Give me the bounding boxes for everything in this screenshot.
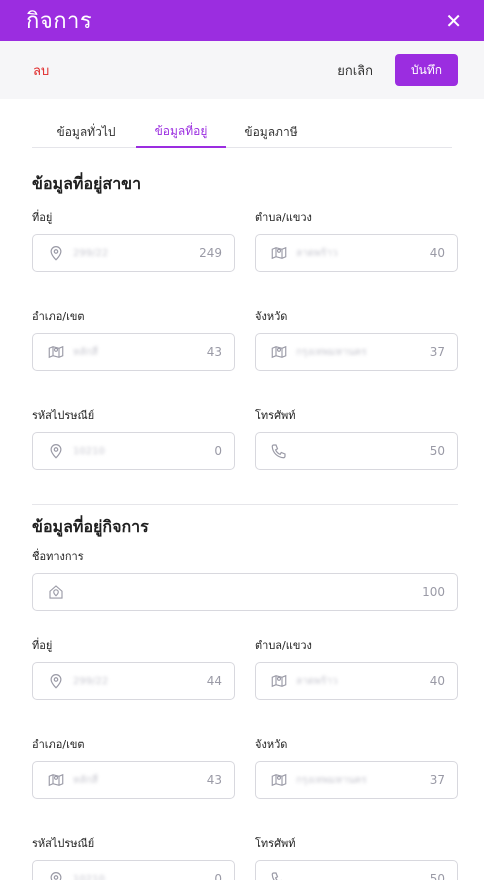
field-label: โทรศัพท์ xyxy=(255,409,296,422)
field-branch-postcode: รหัสไปรษณีย์ 10210 0 xyxy=(32,409,235,470)
section-title-business: ข้อมูลที่อยู่กิจการ xyxy=(32,517,149,536)
tab-bar: ข้อมูลทั่วไป ข้อมูลที่อยู่ ข้อมูลภาษี xyxy=(32,117,452,148)
cancel-button[interactable]: ยกเลิก xyxy=(337,60,373,81)
field-business-phone: โทรศัพท์ 50 xyxy=(255,837,458,880)
field-branch-district: อำเภอ/เขต หลักสี่ 43 xyxy=(32,310,235,371)
field-value: หลักสี่ xyxy=(73,346,98,358)
field-branch-address: ที่อยู่ 299/22 249 xyxy=(32,211,235,272)
panel-title: กิจการ xyxy=(26,9,93,34)
char-count: 43 xyxy=(206,773,222,787)
map-icon xyxy=(270,771,288,789)
field-business-subdistrict: ตำบล/แขวง ลาดพร้าว 40 xyxy=(255,639,458,700)
field-value: หลักสี่ xyxy=(73,774,98,786)
char-count: 50 xyxy=(429,872,445,880)
branch-subdistrict-input[interactable]: ลาดพร้าว 40 xyxy=(255,234,458,272)
branch-province-input[interactable]: กรุงเทพมหานคร 37 xyxy=(255,333,458,371)
map-icon xyxy=(270,343,288,361)
branch-address-input[interactable]: 299/22 249 xyxy=(32,234,235,272)
branch-district-input[interactable]: หลักสี่ 43 xyxy=(32,333,235,371)
action-bar-right: ยกเลิก บันทึก xyxy=(337,54,458,86)
field-label: ตำบล/แขวง xyxy=(255,639,312,652)
business-address-input[interactable]: 299/22 44 xyxy=(32,662,235,700)
field-value: กรุงเทพมหานคร xyxy=(296,774,367,786)
field-business-district: อำเภอ/เขต หลักสี่ 43 xyxy=(32,738,235,799)
business-phone-input[interactable]: 50 xyxy=(255,860,458,880)
phone-icon xyxy=(270,870,288,880)
field-value: 10210 xyxy=(73,445,105,457)
field-label: จังหวัด xyxy=(255,310,288,323)
field-label: อำเภอ/เขต xyxy=(32,310,85,323)
char-count: 249 xyxy=(199,246,222,260)
business-postcode-input[interactable]: 10210 0 xyxy=(32,860,235,880)
business-edit-panel: กิจการ ✕ ลบ ยกเลิก บันทึก ข้อมูลทั่วไป ข… xyxy=(0,0,484,880)
char-count: 44 xyxy=(206,674,222,688)
field-label: ตำบล/แขวง xyxy=(255,211,312,224)
official-name-input[interactable]: 100 xyxy=(32,573,458,611)
field-value: 299/22 xyxy=(73,247,109,259)
business-province-input[interactable]: กรุงเทพมหานคร 37 xyxy=(255,761,458,799)
close-icon[interactable]: ✕ xyxy=(445,11,462,31)
panel-header: กิจการ ✕ xyxy=(0,0,484,41)
field-branch-phone: โทรศัพท์ 50 xyxy=(255,409,458,470)
char-count: 37 xyxy=(429,773,445,787)
map-icon xyxy=(47,771,65,789)
phone-icon xyxy=(270,442,288,460)
save-button[interactable]: บันทึก xyxy=(395,54,458,86)
field-label: โทรศัพท์ xyxy=(255,837,296,850)
field-business-province: จังหวัด กรุงเทพมหานคร 37 xyxy=(255,738,458,799)
business-subdistrict-input[interactable]: ลาดพร้าว 40 xyxy=(255,662,458,700)
char-count: 50 xyxy=(429,444,445,458)
map-icon xyxy=(270,244,288,262)
field-label: รหัสไปรษณีย์ xyxy=(32,837,95,850)
location-pin-icon xyxy=(47,442,65,460)
tab-tax[interactable]: ข้อมูลภาษี xyxy=(226,117,316,147)
field-value: กรุงเทพมหานคร xyxy=(296,346,367,358)
field-label: ที่อยู่ xyxy=(32,211,53,224)
field-branch-province: จังหวัด กรุงเทพมหานคร 37 xyxy=(255,310,458,371)
field-value: ลาดพร้าว xyxy=(296,247,338,259)
form-content: ข้อมูลที่อยู่สาขา ที่อยู่ 299/22 249 ตำบ… xyxy=(0,148,484,880)
field-label: อำเภอ/เขต xyxy=(32,738,85,751)
map-icon xyxy=(47,343,65,361)
field-value: 10210 xyxy=(73,873,105,880)
field-label: ชื่อทางการ xyxy=(32,550,84,563)
char-count: 0 xyxy=(214,444,222,458)
map-icon xyxy=(270,672,288,690)
char-count: 0 xyxy=(214,872,222,880)
action-bar: ลบ ยกเลิก บันทึก xyxy=(0,41,484,99)
field-value: 299/22 xyxy=(73,675,109,687)
field-branch-subdistrict: ตำบล/แขวง ลาดพร้าว 40 xyxy=(255,211,458,272)
field-label: ที่อยู่ xyxy=(32,639,53,652)
char-count: 37 xyxy=(429,345,445,359)
section-title-branch: ข้อมูลที่อยู่สาขา xyxy=(32,174,142,193)
tab-general[interactable]: ข้อมูลทั่วไป xyxy=(36,117,136,147)
field-business-postcode: รหัสไปรษณีย์ 10210 0 xyxy=(32,837,235,880)
delete-button[interactable]: ลบ xyxy=(33,60,49,81)
field-label: จังหวัด xyxy=(255,738,288,751)
branch-phone-input[interactable]: 50 xyxy=(255,432,458,470)
branch-postcode-input[interactable]: 10210 0 xyxy=(32,432,235,470)
tab-address[interactable]: ข้อมูลที่อยู่ xyxy=(136,117,226,148)
char-count: 43 xyxy=(206,345,222,359)
location-pin-icon xyxy=(47,244,65,262)
field-business-address: ที่อยู่ 299/22 44 xyxy=(32,639,235,700)
location-pin-icon xyxy=(47,870,65,880)
location-pin-icon xyxy=(47,672,65,690)
field-official-name: ชื่อทางการ 100 xyxy=(32,550,458,611)
char-count: 100 xyxy=(422,585,445,599)
field-label: รหัสไปรษณีย์ xyxy=(32,409,95,422)
business-district-input[interactable]: หลักสี่ 43 xyxy=(32,761,235,799)
field-value: ลาดพร้าว xyxy=(296,675,338,687)
char-count: 40 xyxy=(429,246,445,260)
home-location-icon xyxy=(47,583,65,601)
char-count: 40 xyxy=(429,674,445,688)
